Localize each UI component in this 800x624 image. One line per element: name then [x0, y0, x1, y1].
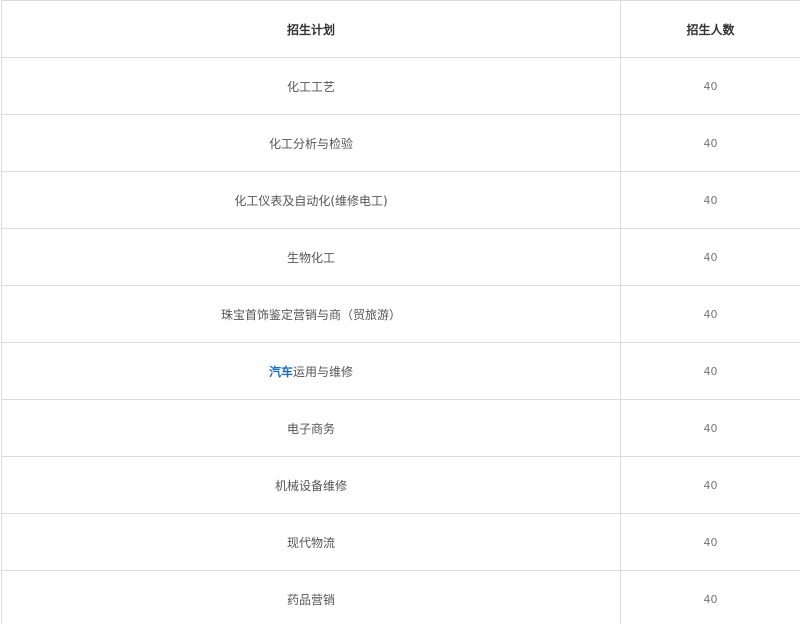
plan-cell: 电子商务 — [1, 399, 621, 457]
table-row: 化工分析与检验 40 — [1, 114, 800, 172]
count-cell: 40 — [620, 228, 800, 286]
table-row: 机械设备维修 40 — [1, 456, 800, 514]
plan-cell: 机械设备维修 — [1, 456, 621, 514]
table-header-row: 招生计划 招生人数 — [1, 0, 800, 58]
count-cell: 40 — [620, 114, 800, 172]
count-cell: 40 — [620, 570, 800, 624]
plan-cell-text: 运用与维修 — [293, 364, 354, 379]
plan-cell: 珠宝首饰鉴定营销与商（贸旅游） — [1, 285, 621, 343]
table-row: 电子商务 40 — [1, 399, 800, 457]
count-cell: 40 — [620, 57, 800, 115]
enrollment-table-container: 招生计划 招生人数 化工工艺 40 化工分析与检验 40 化工仪表及自动化(维修… — [0, 0, 800, 624]
plan-cell: 化工工艺 — [1, 57, 621, 115]
header-enrollment-count: 招生人数 — [620, 0, 800, 58]
table-row: 化工工艺 40 — [1, 57, 800, 115]
count-cell: 40 — [620, 171, 800, 229]
enrollment-table: 招生计划 招生人数 化工工艺 40 化工分析与检验 40 化工仪表及自动化(维修… — [1, 0, 800, 624]
count-cell: 40 — [620, 513, 800, 571]
plan-cell: 化工分析与检验 — [1, 114, 621, 172]
plan-cell: 现代物流 — [1, 513, 621, 571]
table-row: 药品营销 40 — [1, 570, 800, 624]
count-cell: 40 — [620, 456, 800, 514]
count-cell: 40 — [620, 399, 800, 457]
header-enrollment-plan: 招生计划 — [1, 0, 621, 58]
count-cell: 40 — [620, 285, 800, 343]
count-cell: 40 — [620, 342, 800, 400]
plan-cell: 生物化工 — [1, 228, 621, 286]
table-row: 汽车运用与维修 40 — [1, 342, 800, 400]
plan-cell: 药品营销 — [1, 570, 621, 624]
plan-cell: 汽车运用与维修 — [1, 342, 621, 400]
table-row: 化工仪表及自动化(维修电工) 40 — [1, 171, 800, 229]
table-row: 珠宝首饰鉴定营销与商（贸旅游） 40 — [1, 285, 800, 343]
plan-cell: 化工仪表及自动化(维修电工) — [1, 171, 621, 229]
auto-keyword-link[interactable]: 汽车 — [269, 365, 293, 379]
table-row: 生物化工 40 — [1, 228, 800, 286]
table-row: 现代物流 40 — [1, 513, 800, 571]
